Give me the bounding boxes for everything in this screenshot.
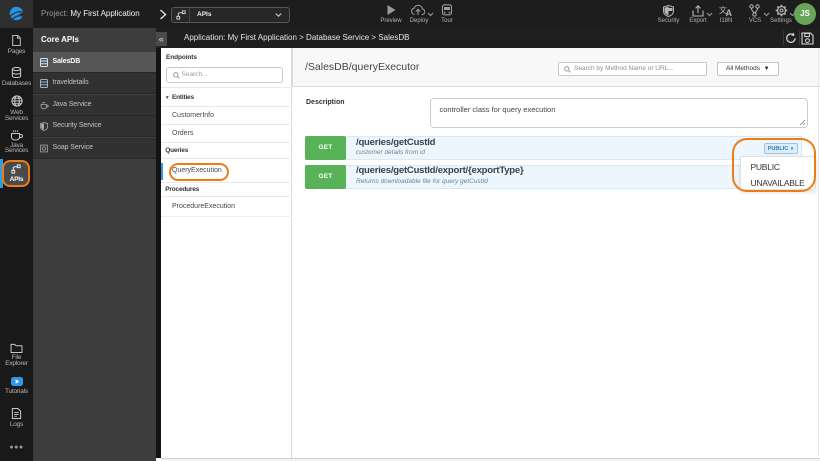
svg-text:A: A: [726, 8, 733, 17]
